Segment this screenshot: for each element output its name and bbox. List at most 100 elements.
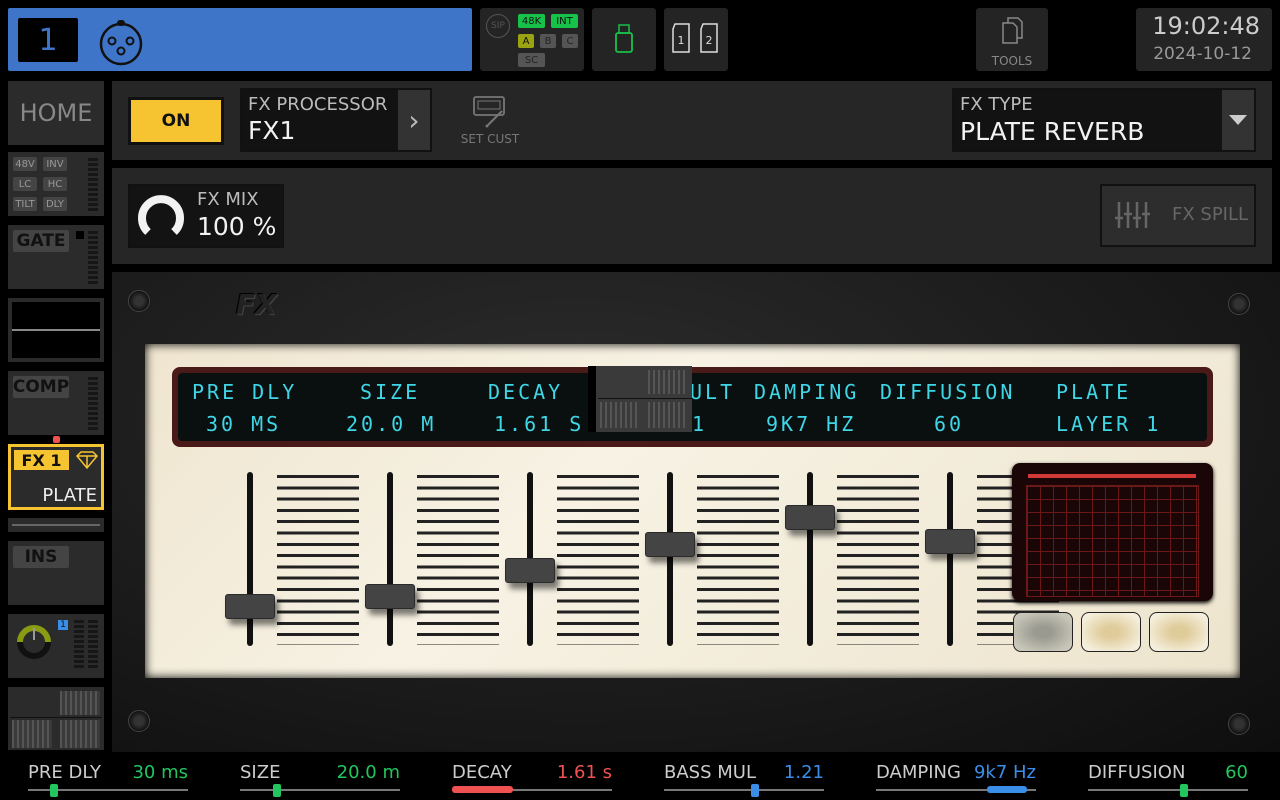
sample-rate-badge: 48K [518,14,545,28]
clock-source-badge: INT [551,14,578,28]
lcd-label-bass-mul: ULT [690,380,736,404]
lcd-label-damping: DAMPING [754,380,860,404]
svg-text:1: 1 [678,34,685,47]
chevron-down-icon[interactable] [1222,90,1254,150]
param-pre-dly[interactable]: PRE DLY 30 ms [28,762,188,798]
fader-cap-diffusion[interactable] [925,528,975,554]
param-value: 9k7 Hz [973,762,1036,783]
param-slider-handle[interactable] [751,784,760,797]
param-slider-track[interactable] [1088,789,1248,791]
param-value: 30 ms [132,762,188,783]
lcd-value-damping: 9K7 HZ [766,412,857,436]
comp-label: COMP [12,376,70,398]
mix-knob-icon[interactable] [136,192,186,242]
fader-scale [837,475,919,645]
param-name: BASS MUL [664,762,756,783]
param-slider-handle[interactable] [49,784,58,797]
lcd-scroll-handle[interactable] [588,366,692,432]
keyboard-eyedropper-icon[interactable] [472,95,510,129]
fx-slot-type: PLATE [42,485,97,506]
fader-scale [417,475,499,645]
xy-pad-grid[interactable] [1026,485,1199,597]
fx-send-slider[interactable] [12,524,100,526]
param-name: DECAY [452,762,512,783]
gate-meter [88,231,98,286]
param-name: SIZE [240,762,281,783]
fader-cap-decay[interactable] [505,558,555,584]
param-slider-handle[interactable] [1180,784,1188,797]
fx-mix-value: 100 % [197,212,277,241]
param-name: PRE DLY [28,762,101,783]
sidebar-bus-section[interactable]: 1 [8,614,104,678]
fader-cap-bass-mul[interactable] [645,531,695,557]
sidebar-comp-section[interactable]: COMP [8,371,104,435]
preset-button-1[interactable] [1013,612,1073,652]
fader-cap-size[interactable] [365,583,415,609]
sidebar-fx-send[interactable] [8,518,104,532]
chevron-right-icon[interactable]: › [398,90,430,150]
clock-date: 2024-10-12 [1153,44,1252,64]
sc-badge: SC [518,53,545,67]
sidebar-ins-section[interactable]: INS [8,541,104,605]
tag-hc: HC [43,177,67,191]
param-decay[interactable]: DECAY 1.61 s [452,762,612,798]
set-cust-label[interactable]: SET CUST [455,132,525,146]
fx-on-button[interactable]: ON [128,97,224,145]
screw-icon [128,710,150,732]
sidebar-input-section[interactable]: 48V INV LC HC TILT DLY [8,152,104,216]
sidebar-gate-section[interactable]: GATE [8,225,104,289]
fader-meter-top [60,691,100,715]
param-name: DAMPING [876,762,961,783]
fader-cap-damping[interactable] [785,504,835,530]
param-bass-mul[interactable]: BASS MUL 1.21 [664,762,824,798]
fx-mix-label: FX MIX [197,189,259,210]
bus-number-badge: 1 [58,620,68,630]
fx-processor-value: FX1 [248,116,296,145]
fader-track-size[interactable] [387,472,393,646]
fx-logo: FX [236,288,277,321]
fader-track-damping[interactable] [807,472,813,646]
lcd-value-decay: 1.61 S [494,412,585,436]
tag-tilt: TILT [13,197,37,211]
sidebar-eq-section[interactable] [8,298,104,362]
param-slider-fill[interactable] [452,786,513,793]
fx-slot-label: FX 1 [14,450,69,470]
channel-number: 1 [18,18,78,62]
home-button[interactable]: HOME [8,81,104,145]
param-slider-track[interactable] [664,789,824,791]
bus-meter-right [88,620,98,670]
fader-track-bass-mul[interactable] [667,472,673,646]
sd-card-icon: 1 2 [672,23,718,53]
param-slider-handle[interactable] [987,786,1028,793]
preset-button-2[interactable] [1081,612,1141,652]
pan-knob-icon [17,625,51,659]
fx-spill-label: FX SPILL [1172,204,1249,225]
param-value: 20.0 m [336,762,400,783]
fader-cap-pre-dly[interactable] [225,594,275,620]
sidebar-fader-section[interactable] [8,687,104,750]
fader-divider [10,717,102,718]
fader-meter-left [12,720,52,748]
param-damping[interactable]: DAMPING 9k7 Hz [876,762,1036,798]
param-diffusion[interactable]: DIFFUSION 60 [1088,762,1248,798]
param-slider-handle[interactable] [272,784,281,797]
sidebar-fx-slot[interactable]: FX 1 PLATE [8,444,104,510]
fx-processor-label: FX PROCESSOR [248,94,388,115]
lcd-value-diffusion: 60 [934,412,965,436]
usb-drive-icon [615,24,633,53]
clock-time: 19:02:48 [1152,12,1260,40]
preset-button-3[interactable] [1149,612,1209,652]
bus-c-badge: C [562,34,578,48]
comp-meter [88,377,98,432]
lcd-value-pre-dly: 30 MS [206,412,282,436]
copy-icon [1002,17,1023,44]
param-value: 1.61 s [556,762,612,783]
param-size[interactable]: SIZE 20.0 m [240,762,400,798]
param-value: 60 [1225,762,1248,783]
param-slider-track[interactable] [240,789,400,791]
fader-track-diffusion[interactable] [947,472,953,646]
lcd-label-size: SIZE [360,380,421,404]
sip-indicator: SIP [486,14,510,38]
tag-lc: LC [13,177,37,191]
fader-track-pre-dly[interactable] [247,472,253,646]
